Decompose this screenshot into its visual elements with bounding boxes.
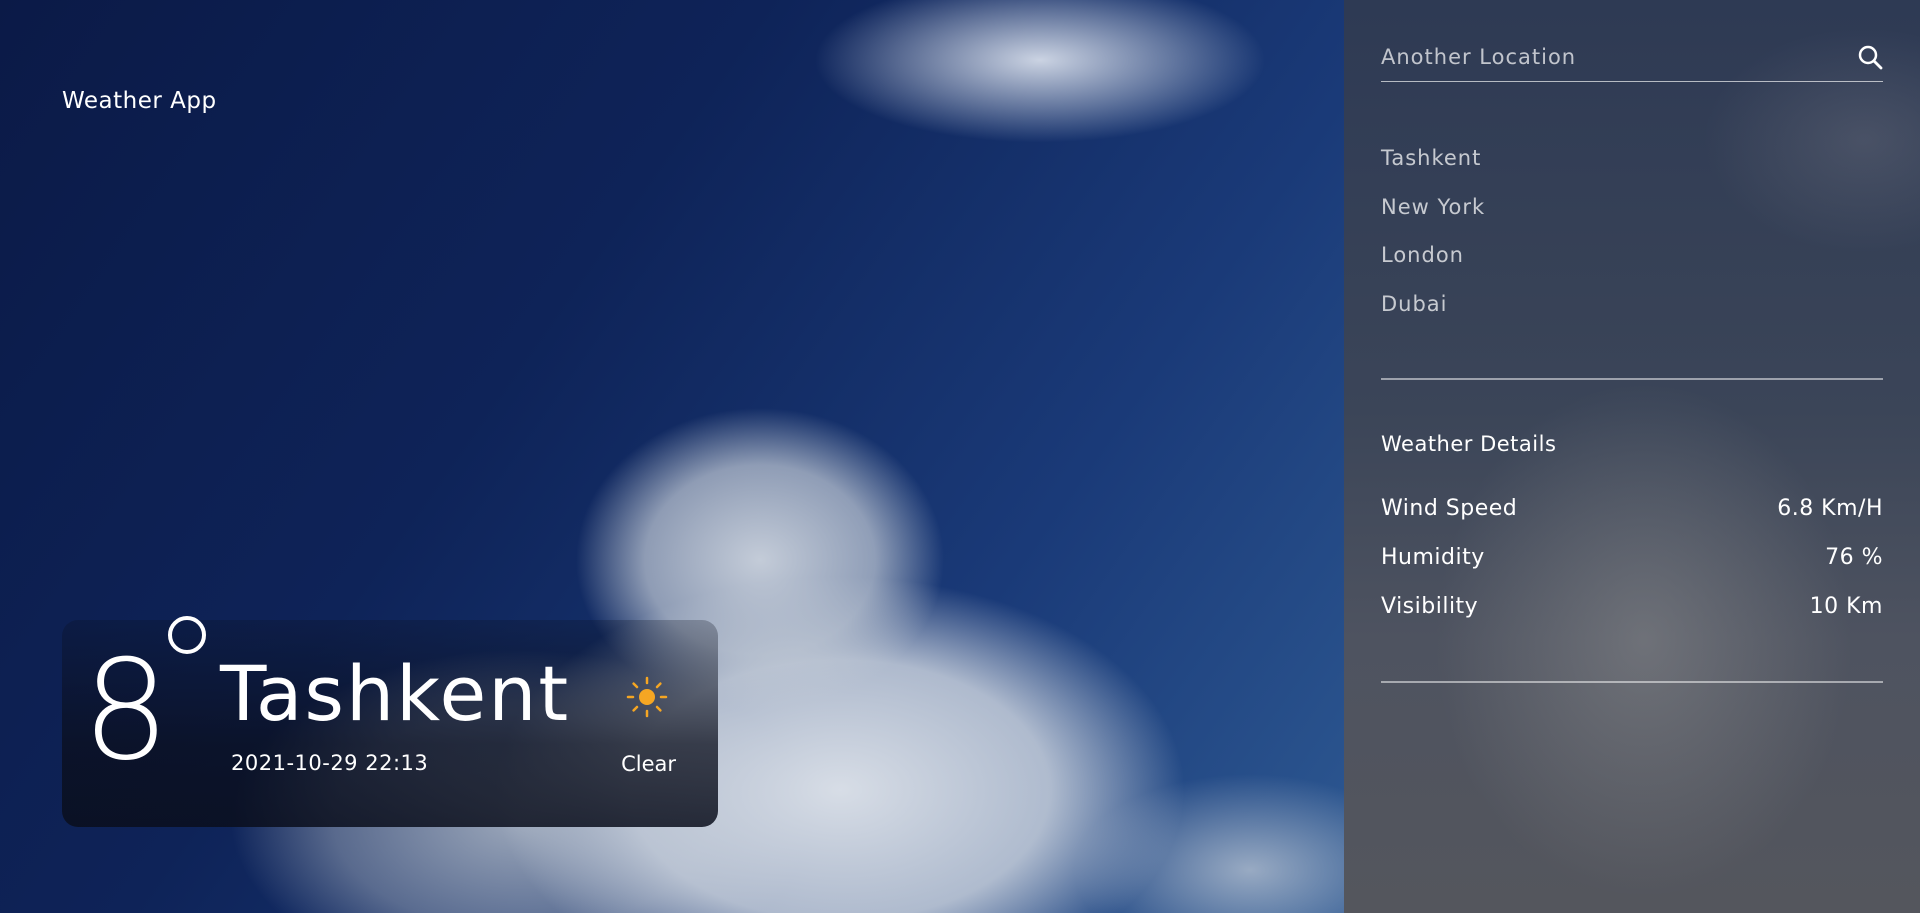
current-city: Tashkent [220, 649, 571, 738]
sun-icon [626, 676, 668, 718]
temperature-value: 8 [82, 630, 170, 791]
detail-row-wind-speed: Wind Speed 6.8 Km/H [1381, 496, 1883, 526]
app-brand: Weather App [62, 88, 217, 114]
details-title: Weather Details [1381, 432, 1557, 456]
detail-value: 10 Km [1809, 594, 1883, 619]
divider [1381, 681, 1883, 683]
degree-icon [168, 616, 206, 654]
detail-value: 76 % [1825, 545, 1883, 570]
current-datetime: 2021-10-29 22:13 [231, 751, 429, 775]
location-item-london[interactable]: London [1381, 243, 1485, 292]
current-weather-card: 8 Tashkent 2021-10-29 22:13 Clear [62, 616, 718, 827]
weather-app: Weather App 8 Tashkent 2021-10-29 22:13 … [0, 0, 1920, 913]
search-bar [1381, 38, 1883, 82]
location-item-dubai[interactable]: Dubai [1381, 292, 1485, 341]
detail-label: Humidity [1381, 545, 1485, 570]
sidebar-panel: Tashkent New York London Dubai Weather D… [1344, 0, 1920, 913]
divider [1381, 378, 1883, 380]
location-item-new-york[interactable]: New York [1381, 195, 1485, 244]
weather-condition: Clear [621, 752, 676, 776]
detail-label: Wind Speed [1381, 496, 1518, 521]
detail-row-visibility: Visibility 10 Km [1381, 594, 1883, 624]
detail-label: Visibility [1381, 594, 1479, 619]
location-list: Tashkent New York London Dubai [1381, 146, 1485, 340]
search-icon[interactable] [1857, 44, 1883, 70]
detail-row-humidity: Humidity 76 % [1381, 545, 1883, 575]
detail-value: 6.8 Km/H [1777, 496, 1883, 521]
location-item-tashkent[interactable]: Tashkent [1381, 146, 1485, 195]
location-search-input[interactable] [1381, 40, 1841, 74]
